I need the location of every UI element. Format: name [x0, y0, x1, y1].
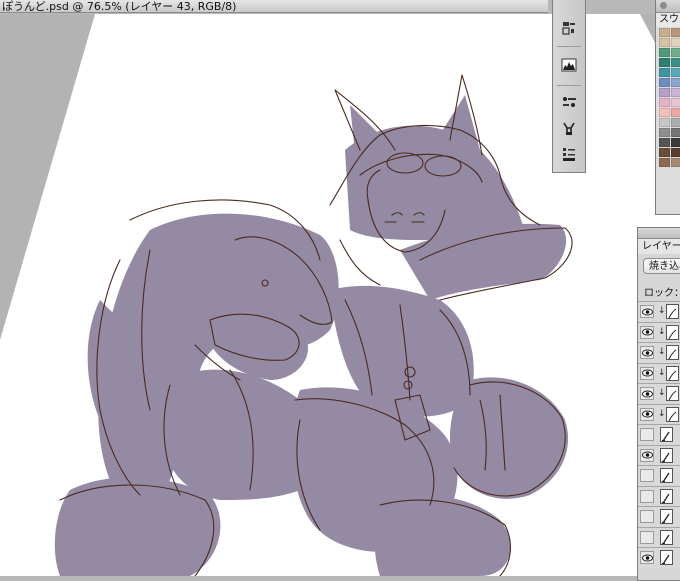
visibility-toggle[interactable]: [640, 428, 654, 441]
layer-row[interactable]: [638, 465, 680, 486]
layers-panel: レイヤー 焼き込み ロック： ↓ ↓ ↓ ↓ ↓ ↓: [637, 227, 680, 581]
color-swatch[interactable]: [671, 58, 680, 67]
clipping-mask-icon: ↓: [658, 388, 666, 398]
clipping-mask-icon: ↓: [658, 306, 666, 316]
color-swatch[interactable]: [659, 138, 670, 147]
clipping-mask-icon: ↓: [658, 408, 666, 419]
brush-layer-thumbnail[interactable]: [660, 427, 673, 442]
layer-row[interactable]: [638, 506, 680, 527]
visibility-toggle[interactable]: [640, 530, 654, 544]
brush-layer-thumbnail[interactable]: [660, 468, 673, 483]
layer-row[interactable]: [638, 444, 680, 465]
color-swatch[interactable]: [671, 48, 680, 57]
eye-icon[interactable]: [640, 366, 654, 380]
layer-list: ↓ ↓ ↓ ↓ ↓ ↓: [638, 301, 680, 568]
layer-thumbnail[interactable]: [666, 304, 679, 319]
layer-thumbnail[interactable]: [666, 365, 679, 381]
color-swatch[interactable]: [671, 158, 680, 167]
layers-tab[interactable]: レイヤー: [638, 239, 680, 254]
color-swatch[interactable]: [659, 128, 670, 137]
layer-row[interactable]: ↓: [638, 362, 680, 383]
eye-icon[interactable]: [640, 305, 654, 318]
color-swatch[interactable]: [659, 68, 670, 77]
clipping-mask-icon: ↓: [658, 347, 666, 357]
layer-thumbnail[interactable]: [666, 406, 679, 422]
layer-row[interactable]: [638, 526, 680, 547]
color-swatch[interactable]: [659, 148, 670, 157]
color-swatch[interactable]: [659, 118, 670, 127]
visibility-toggle[interactable]: [640, 489, 654, 503]
layer-thumbnail[interactable]: [666, 386, 679, 401]
eye-icon[interactable]: [640, 551, 654, 564]
eye-icon[interactable]: [640, 387, 654, 400]
color-swatch[interactable]: [671, 88, 680, 97]
swatch-grid: [659, 28, 680, 168]
color-swatch[interactable]: [659, 48, 670, 57]
color-swatch[interactable]: [671, 28, 680, 37]
color-swatch[interactable]: [659, 108, 670, 117]
color-swatch[interactable]: [659, 38, 670, 47]
eye-icon[interactable]: [640, 407, 654, 421]
swatches-panel-titlebar[interactable]: [656, 0, 680, 13]
swatches-panel: スウ: [655, 0, 680, 215]
blend-mode-select[interactable]: 焼き込み: [643, 258, 680, 274]
brush-layer-thumbnail[interactable]: [660, 529, 673, 545]
histogram-icon[interactable]: [559, 55, 579, 75]
layer-row[interactable]: [638, 424, 680, 445]
brush-layer-thumbnail[interactable]: [660, 488, 673, 504]
layer-row[interactable]: ↓: [638, 321, 680, 342]
layer-row[interactable]: ↓: [638, 403, 680, 424]
lock-label: ロック：: [644, 288, 680, 299]
color-swatch[interactable]: [659, 58, 670, 67]
color-swatch[interactable]: [659, 158, 670, 167]
eye-icon[interactable]: [640, 346, 654, 359]
document-title: ぽうんど.psd @ 76.5% (レイヤー 43, RGB/8): [0, 0, 548, 13]
swatches-tab[interactable]: スウ: [656, 13, 680, 27]
close-icon[interactable]: [660, 2, 667, 9]
clipping-mask-icon: ↓: [658, 326, 666, 337]
eye-icon[interactable]: [640, 448, 654, 462]
layer-row[interactable]: ↓: [638, 342, 680, 363]
color-swatch[interactable]: [671, 78, 680, 87]
tool-presets-icon[interactable]: [559, 144, 579, 164]
color-swatch[interactable]: [671, 118, 680, 127]
layer-row[interactable]: [638, 547, 680, 568]
color-swatch[interactable]: [659, 78, 670, 87]
panel-dock-strip: [552, 0, 586, 173]
layer-row[interactable]: ↓: [638, 301, 680, 322]
layer-row[interactable]: ↓: [638, 383, 680, 404]
color-swatch[interactable]: [671, 148, 680, 157]
clone-source-icon[interactable]: [559, 118, 579, 138]
layer-thumbnail[interactable]: [666, 345, 679, 360]
color-swatch[interactable]: [659, 98, 670, 107]
color-swatch[interactable]: [671, 138, 680, 147]
color-swatch[interactable]: [671, 108, 680, 117]
clipping-mask-icon: ↓: [658, 367, 666, 378]
color-swatch[interactable]: [671, 98, 680, 107]
color-swatch[interactable]: [659, 28, 670, 37]
brush-layer-thumbnail[interactable]: [660, 447, 673, 463]
brush-layer-thumbnail[interactable]: [660, 509, 673, 524]
color-swatch[interactable]: [659, 88, 670, 97]
color-swatch[interactable]: [671, 68, 680, 77]
layer-thumbnail[interactable]: [666, 324, 679, 340]
visibility-toggle[interactable]: [640, 469, 654, 482]
brush-layer-thumbnail[interactable]: [660, 550, 673, 565]
eye-icon[interactable]: [640, 325, 654, 339]
character-paragraph-icon[interactable]: [559, 18, 579, 38]
layer-row[interactable]: [638, 485, 680, 506]
brush-preset-icon[interactable]: [559, 92, 579, 112]
color-swatch[interactable]: [671, 38, 680, 47]
visibility-toggle[interactable]: [640, 510, 654, 523]
layers-panel-titlebar[interactable]: [638, 228, 680, 239]
color-swatch[interactable]: [671, 128, 680, 137]
